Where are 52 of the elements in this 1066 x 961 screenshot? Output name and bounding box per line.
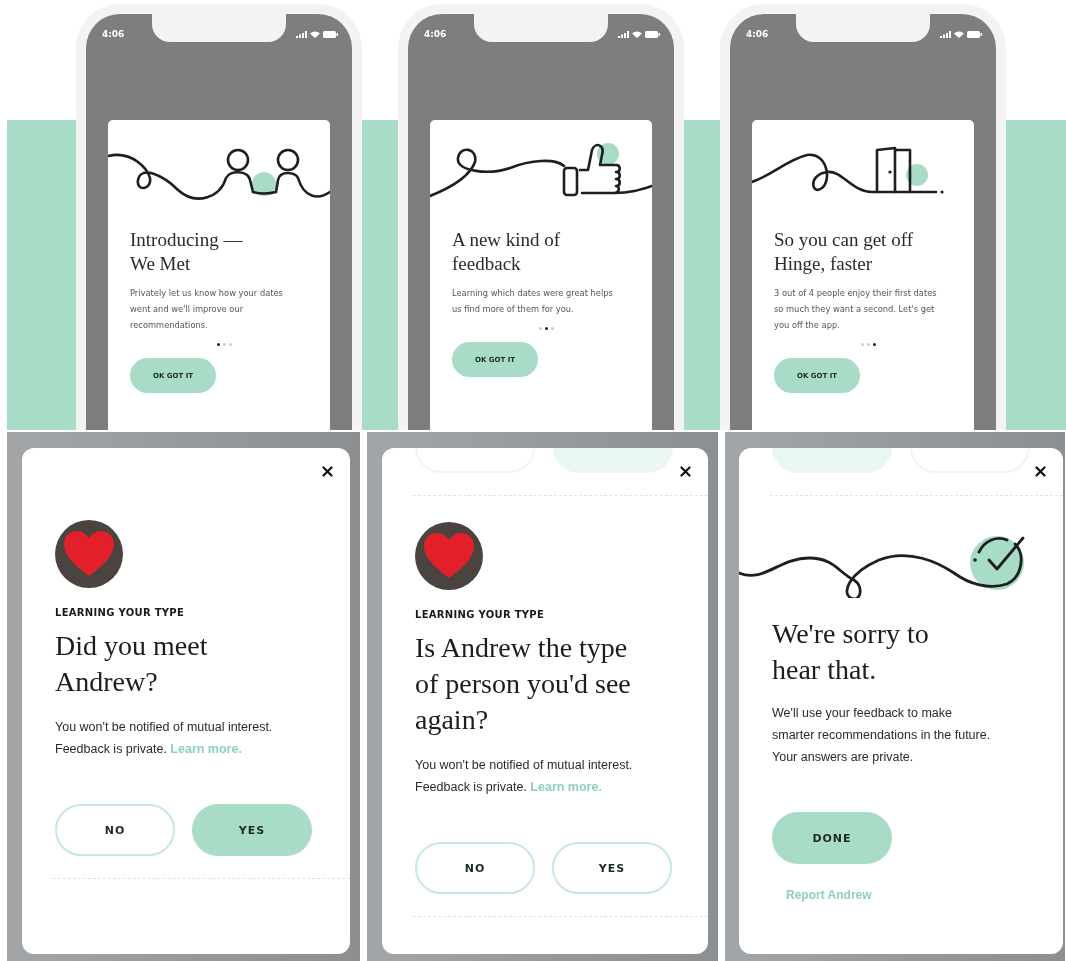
status-time: 4:06 bbox=[102, 29, 125, 39]
status-time: 4:06 bbox=[746, 29, 769, 39]
page-dot[interactable] bbox=[216, 343, 220, 346]
card-description: 3 out of 4 people enjoy their first dates so much they want a second. Let's get you off the app. bbox=[774, 287, 938, 332]
page-dot[interactable] bbox=[538, 327, 542, 330]
signal-icon bbox=[940, 30, 951, 38]
wifi-icon bbox=[954, 30, 964, 38]
card-description: Privately let us know how your dates went and we'll improve our recommendations. bbox=[130, 287, 284, 332]
battery-icon bbox=[323, 30, 338, 38]
wifi-icon bbox=[632, 30, 642, 38]
card-title: So you can get off bbox=[774, 228, 914, 252]
section-label: LEARNING YOUR TYPE bbox=[415, 609, 546, 620]
battery-icon bbox=[967, 30, 982, 38]
yes-button[interactable]: YES bbox=[552, 842, 672, 894]
page-dot[interactable] bbox=[872, 343, 876, 346]
question-title: Is Andrew the type bbox=[415, 631, 629, 665]
done-button[interactable]: DONE bbox=[772, 812, 892, 864]
yes-button[interactable]: YES bbox=[192, 804, 312, 856]
status-time: 4:06 bbox=[424, 29, 447, 39]
page-dot[interactable] bbox=[222, 343, 226, 346]
signal-icon bbox=[296, 30, 307, 38]
heart-icon bbox=[63, 530, 115, 578]
battery-icon bbox=[645, 30, 660, 38]
section-label: LEARNING YOUR TYPE bbox=[55, 607, 186, 618]
card-title: feedback bbox=[452, 252, 522, 276]
page-dot[interactable] bbox=[544, 327, 548, 330]
page-dot[interactable] bbox=[866, 343, 870, 346]
card-title: Hinge, faster bbox=[774, 252, 874, 276]
close-icon[interactable] bbox=[1035, 466, 1046, 477]
page-dot[interactable] bbox=[228, 343, 232, 346]
confirmation-title: We're sorry to bbox=[772, 617, 930, 651]
confirmation-title: hear that. bbox=[772, 653, 878, 687]
privacy-note: You won't be notified of mutual interest. Feedback is private. Learn more. bbox=[415, 757, 634, 796]
page-dot[interactable] bbox=[860, 343, 864, 346]
card-title: A new kind of bbox=[452, 228, 562, 252]
card-description: Learning which dates were great helps us find more of them for you. bbox=[452, 287, 614, 316]
wifi-icon bbox=[310, 30, 320, 38]
no-button[interactable]: NO bbox=[415, 842, 535, 894]
close-icon[interactable] bbox=[322, 466, 333, 477]
question-title: again? bbox=[415, 703, 490, 737]
question-title: of person you'd see bbox=[415, 667, 632, 701]
signal-icon bbox=[618, 30, 629, 38]
close-icon[interactable] bbox=[680, 466, 691, 477]
question-title: Andrew? bbox=[55, 665, 159, 699]
confirmation-message: We'll use your feedback to make smarter recommendations in the future. Your answers are private. bbox=[772, 705, 992, 766]
heart-icon bbox=[423, 532, 475, 580]
question-title: Did you meet bbox=[55, 629, 209, 663]
card-title: Introducing — bbox=[130, 228, 244, 252]
card-title: We Met bbox=[130, 252, 192, 276]
page-dot[interactable] bbox=[550, 327, 554, 330]
privacy-note: You won't be notified of mutual interest. Feedback is private. Learn more. bbox=[55, 719, 274, 758]
no-button[interactable]: NO bbox=[55, 804, 175, 856]
